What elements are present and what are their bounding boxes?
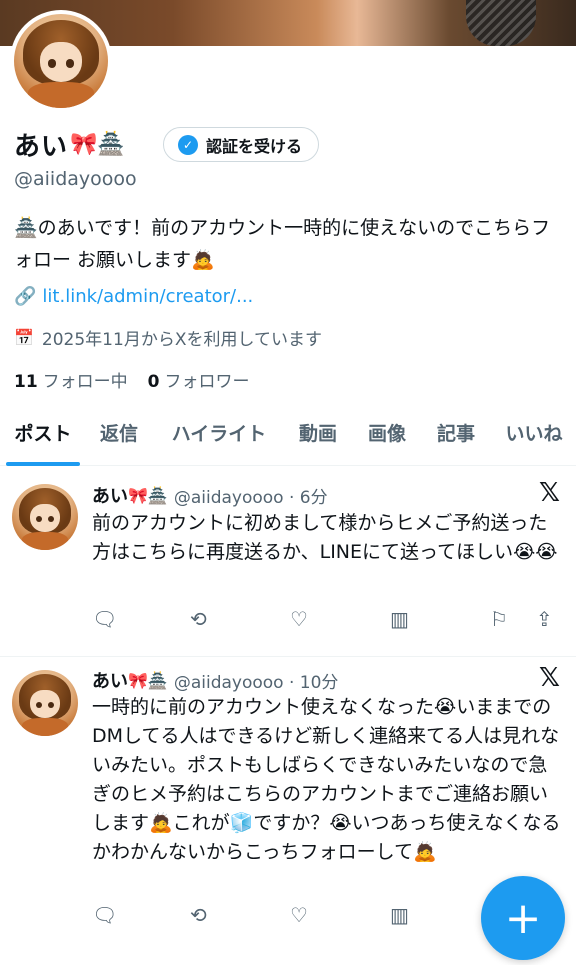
get-verified-label: 認証を受ける bbox=[206, 136, 303, 156]
profile-tabs: ポスト 返信 ハイライト 動画 画像 記事 いいね bbox=[0, 410, 576, 466]
tab-posts[interactable]: ポスト bbox=[6, 410, 80, 466]
link-icon: 🔗 bbox=[14, 286, 37, 307]
post-header: あい 🎀🏯 @aiidayoooo · 10分 bbox=[92, 667, 338, 693]
profile-name-row: あい 🎀🏯 bbox=[14, 124, 125, 164]
get-verified-button[interactable]: ✓ 認証を受ける bbox=[163, 127, 320, 162]
profile-handle: @aiidayoooo bbox=[14, 168, 137, 190]
post-header: あい 🎀🏯 @aiidayoooo · 6分 bbox=[92, 482, 328, 508]
repost-icon[interactable]: ⟲ bbox=[190, 903, 207, 927]
banner-microphone bbox=[466, 0, 536, 46]
heart-icon[interactable]: ♡ bbox=[290, 607, 308, 631]
profile-link-text[interactable]: lit.link/admin/creator/... bbox=[42, 286, 253, 307]
compose-button[interactable]: + bbox=[481, 876, 565, 960]
joined-text: 2025年11月からXを利用しています bbox=[41, 330, 322, 350]
reply-icon[interactable]: 🗨 bbox=[92, 607, 117, 631]
tab-replies[interactable]: 返信 bbox=[96, 410, 142, 466]
avatar-image bbox=[14, 14, 108, 108]
calendar-icon: 📅 bbox=[14, 328, 34, 347]
plus-icon: + bbox=[504, 892, 542, 944]
verified-badge-icon: ✓ bbox=[178, 134, 198, 155]
post-author-emojis: 🎀🏯 bbox=[128, 485, 168, 505]
tab-images[interactable]: 画像 bbox=[364, 410, 410, 466]
profile-joined: 📅 2025年11月からXを利用しています bbox=[14, 325, 322, 350]
following-count: 11 bbox=[14, 372, 38, 392]
tab-articles[interactable]: 記事 bbox=[433, 410, 479, 466]
post-item[interactable]: あい 🎀🏯 @aiidayoooo · 6分 𝕏 前のアカウントに初めまして様か… bbox=[0, 470, 576, 660]
x-logo-icon: 𝕏 bbox=[539, 663, 560, 693]
follow-stats: 11 フォロー中 0 フォロワー bbox=[14, 367, 270, 392]
post-actions: 🗨 ⟲ ♡ ▥ ⚐ ⇪ bbox=[92, 607, 562, 633]
repost-icon[interactable]: ⟲ bbox=[190, 607, 207, 631]
post-avatar[interactable] bbox=[12, 670, 78, 736]
tab-likes[interactable]: いいね bbox=[500, 410, 568, 466]
bookmark-icon[interactable]: ⚐ bbox=[490, 607, 508, 631]
followers-link[interactable]: 0 フォロワー bbox=[148, 367, 250, 392]
views-icon[interactable]: ▥ bbox=[390, 607, 409, 631]
post-author-name[interactable]: あい bbox=[92, 482, 128, 508]
post-meta: @aiidayoooo · 10分 bbox=[173, 672, 339, 693]
followers-count: 0 bbox=[147, 372, 160, 392]
post-text: 一時的に前のアカウント使えなくなった😭いままでのDMしてる人はできるけど新しく連… bbox=[92, 696, 561, 863]
followers-label: フォロワー bbox=[164, 372, 250, 392]
post-text: 前のアカウントに初めまして様からヒメご予約送った方はこちらに再度送るか、LINE… bbox=[92, 512, 558, 563]
profile-bio: 🏯のあいです！前のアカウント一時的に使えないのでこちらフォロー お願いします🙇 bbox=[14, 217, 551, 271]
profile-name-emojis: 🎀🏯 bbox=[70, 131, 125, 157]
profile-name: あい bbox=[14, 131, 69, 162]
following-link[interactable]: 11 フォロー中 bbox=[14, 367, 128, 392]
profile-link[interactable]: 🔗 lit.link/admin/creator/... bbox=[14, 286, 253, 307]
tab-videos[interactable]: 動画 bbox=[295, 410, 341, 466]
tab-highlights[interactable]: ハイライト bbox=[165, 410, 273, 466]
post-avatar[interactable] bbox=[12, 484, 78, 550]
post-author-emojis: 🎀🏯 bbox=[128, 670, 168, 690]
views-icon[interactable]: ▥ bbox=[390, 903, 409, 927]
share-icon[interactable]: ⇪ bbox=[536, 607, 553, 631]
x-logo-icon: 𝕏 bbox=[539, 478, 560, 508]
heart-icon[interactable]: ♡ bbox=[290, 903, 308, 927]
profile-avatar[interactable] bbox=[10, 10, 112, 112]
post-meta: @aiidayoooo · 6分 bbox=[173, 487, 328, 508]
post-author-name[interactable]: あい bbox=[92, 667, 128, 693]
reply-icon[interactable]: 🗨 bbox=[92, 903, 117, 927]
following-label: フォロー中 bbox=[42, 372, 128, 392]
